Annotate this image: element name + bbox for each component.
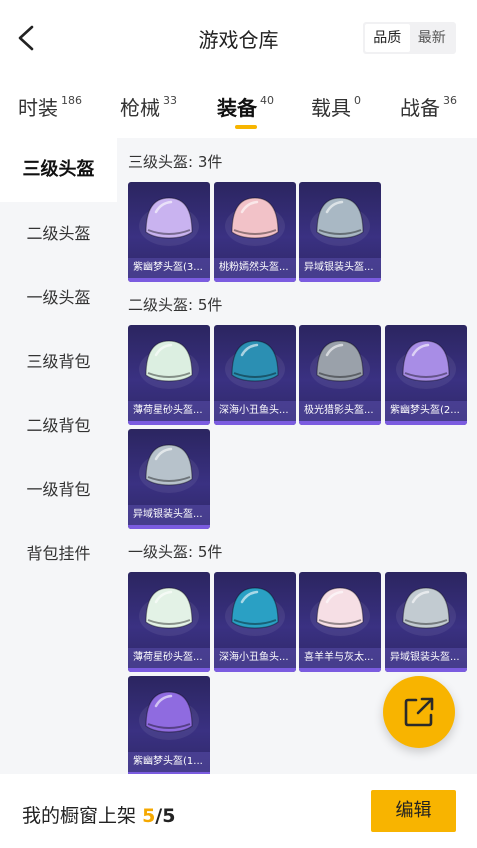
item-name: 深海小丑鱼头... bbox=[214, 648, 296, 668]
helmet-icon bbox=[139, 587, 199, 636]
helmet-icon bbox=[310, 587, 370, 636]
item-card[interactable]: 紫幽梦头盔(2... bbox=[385, 325, 467, 425]
item-card[interactable]: 异域银装头盔... bbox=[385, 572, 467, 672]
tab-label: 载具 bbox=[311, 96, 351, 120]
tab-count: 33 bbox=[163, 94, 177, 107]
tab-label: 装备 bbox=[217, 96, 257, 120]
helmet-icon bbox=[139, 340, 199, 389]
item-card[interactable]: 异域银装头盔... bbox=[128, 429, 210, 529]
share-button[interactable] bbox=[383, 676, 455, 748]
tab-count: 36 bbox=[443, 94, 457, 107]
sidebar-item-backpack-pendant[interactable]: 背包挂件 bbox=[0, 522, 117, 586]
helmet-icon bbox=[225, 587, 285, 636]
showcase-label: 我的橱窗上架 bbox=[22, 805, 137, 827]
helmet-icon bbox=[139, 691, 199, 740]
helmet-icon bbox=[396, 587, 456, 636]
showcase-current-count: 5 bbox=[142, 805, 156, 827]
section-title: 二级头盔: 5件 bbox=[128, 296, 223, 314]
section-title: 三级头盔: 3件 bbox=[128, 153, 223, 171]
sidebar: 三级头盔 二级头盔 一级头盔 三级背包 二级背包 一级背包 背包挂件 bbox=[0, 138, 117, 774]
rarity-bar bbox=[385, 421, 467, 425]
section-title: 一级头盔: 5件 bbox=[128, 543, 223, 561]
rarity-bar bbox=[128, 278, 210, 282]
item-card[interactable]: 喜羊羊与灰太... bbox=[299, 572, 381, 672]
rarity-bar bbox=[299, 421, 381, 425]
rarity-bar bbox=[299, 668, 381, 672]
sort-quality-button[interactable]: 品质 bbox=[365, 24, 410, 52]
helmet-icon bbox=[139, 444, 199, 493]
tab-equipment[interactable]: 装备 40 bbox=[217, 92, 274, 121]
helmet-icon bbox=[225, 340, 285, 389]
edit-button[interactable]: 编辑 bbox=[371, 790, 456, 832]
item-card[interactable]: 极光猎影头盔... bbox=[299, 325, 381, 425]
sidebar-item-level3-helmet[interactable]: 三级头盔 bbox=[0, 138, 117, 202]
helmet-icon bbox=[310, 340, 370, 389]
sidebar-item-level2-helmet[interactable]: 二级头盔 bbox=[0, 202, 117, 266]
item-name: 异域银装头盔... bbox=[385, 648, 467, 668]
tab-firearms[interactable]: 枪械 33 bbox=[120, 92, 177, 121]
item-name: 紫幽梦头盔(2... bbox=[385, 401, 467, 421]
item-card[interactable]: 薄荷星砂头盔... bbox=[128, 325, 210, 425]
item-name: 深海小丑鱼头... bbox=[214, 401, 296, 421]
item-name: 紫幽梦头盔(3... bbox=[128, 258, 210, 278]
helmet-icon bbox=[310, 197, 370, 246]
sort-latest-button[interactable]: 最新 bbox=[410, 24, 455, 52]
tab-label: 时装 bbox=[18, 96, 58, 120]
tab-vehicles[interactable]: 载具 0 bbox=[311, 92, 361, 121]
tab-count: 40 bbox=[260, 94, 274, 107]
item-name: 异域银装头盔... bbox=[128, 505, 210, 525]
helmet-icon bbox=[139, 197, 199, 246]
item-name: 薄荷星砂头盔... bbox=[128, 401, 210, 421]
showcase-status: 我的橱窗上架 5/5 bbox=[22, 801, 175, 828]
rarity-bar bbox=[214, 278, 296, 282]
header: 游戏仓库 品质 最新 bbox=[0, 0, 477, 76]
rarity-bar bbox=[128, 668, 210, 672]
active-tab-indicator bbox=[235, 125, 257, 129]
rarity-bar bbox=[214, 668, 296, 672]
tab-count: 0 bbox=[354, 94, 361, 107]
rarity-bar bbox=[299, 278, 381, 282]
item-card[interactable]: 薄荷星砂头盔... bbox=[128, 572, 210, 672]
item-card[interactable]: 深海小丑鱼头... bbox=[214, 325, 296, 425]
rarity-bar bbox=[385, 668, 467, 672]
tab-label: 枪械 bbox=[120, 96, 160, 120]
rarity-bar bbox=[214, 421, 296, 425]
helmet-icon bbox=[225, 197, 285, 246]
item-card[interactable]: 桃粉嫣然头盔... bbox=[214, 182, 296, 282]
item-name: 异域银装头盔... bbox=[299, 258, 381, 278]
sidebar-item-level1-helmet[interactable]: 一级头盔 bbox=[0, 266, 117, 330]
tab-label: 战备 bbox=[400, 96, 440, 120]
sidebar-item-level2-backpack[interactable]: 二级背包 bbox=[0, 394, 117, 458]
item-card[interactable]: 异域银装头盔... bbox=[299, 182, 381, 282]
tab-battle-gear[interactable]: 战备 36 bbox=[400, 92, 457, 121]
tab-count: 186 bbox=[61, 94, 82, 107]
external-link-icon bbox=[404, 697, 434, 727]
rarity-bar bbox=[128, 525, 210, 529]
showcase-bar: 我的橱窗上架 5/5 编辑 bbox=[0, 774, 477, 848]
item-name: 极光猎影头盔... bbox=[299, 401, 381, 421]
item-card[interactable]: 深海小丑鱼头... bbox=[214, 572, 296, 672]
item-card[interactable]: 紫幽梦头盔(3... bbox=[128, 182, 210, 282]
tab-fashion[interactable]: 时装 186 bbox=[18, 92, 82, 121]
item-name: 紫幽梦头盔(1... bbox=[128, 752, 210, 772]
showcase-total-count: 5 bbox=[162, 805, 176, 827]
sidebar-item-level3-backpack[interactable]: 三级背包 bbox=[0, 330, 117, 394]
sidebar-item-level1-backpack[interactable]: 一级背包 bbox=[0, 458, 117, 522]
rarity-bar bbox=[128, 421, 210, 425]
item-name: 桃粉嫣然头盔... bbox=[214, 258, 296, 278]
item-name: 薄荷星砂头盔... bbox=[128, 648, 210, 668]
helmet-icon bbox=[396, 340, 456, 389]
item-name: 喜羊羊与灰太... bbox=[299, 648, 381, 668]
item-card[interactable]: 紫幽梦头盔(1... bbox=[128, 676, 210, 776]
sort-toggle: 品质 最新 bbox=[363, 22, 456, 54]
